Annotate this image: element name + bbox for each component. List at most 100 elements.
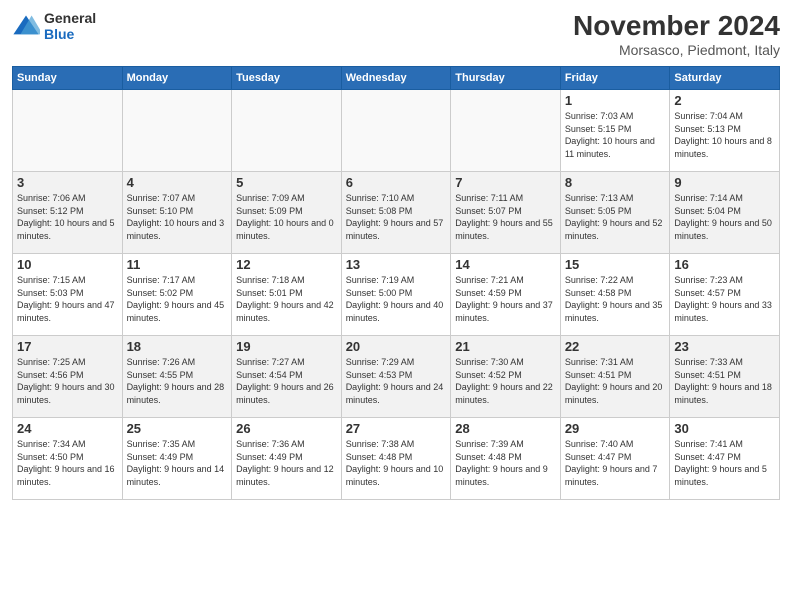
calendar-cell: 23 Sunrise: 7:33 AM Sunset: 4:51 PM Dayli… xyxy=(670,336,780,418)
calendar-cell: 20 Sunrise: 7:29 AM Sunset: 4:53 PM Dayli… xyxy=(341,336,451,418)
calendar-cell: 1 Sunrise: 7:03 AM Sunset: 5:15 PM Daylig… xyxy=(560,90,670,172)
week-row-4: 24 Sunrise: 7:34 AM Sunset: 4:50 PM Dayli… xyxy=(13,418,780,500)
header-saturday: Saturday xyxy=(670,67,780,90)
day-number: 2 xyxy=(674,93,775,108)
calendar-cell: 5 Sunrise: 7:09 AM Sunset: 5:09 PM Daylig… xyxy=(232,172,342,254)
calendar-cell: 29 Sunrise: 7:40 AM Sunset: 4:47 PM Dayli… xyxy=(560,418,670,500)
day-number: 3 xyxy=(17,175,118,190)
day-info: Sunrise: 7:15 AM Sunset: 5:03 PM Dayligh… xyxy=(17,274,118,324)
day-info: Sunrise: 7:40 AM Sunset: 4:47 PM Dayligh… xyxy=(565,438,666,488)
calendar-cell xyxy=(13,90,123,172)
calendar-cell: 12 Sunrise: 7:18 AM Sunset: 5:01 PM Dayli… xyxy=(232,254,342,336)
day-number: 6 xyxy=(346,175,447,190)
day-info: Sunrise: 7:18 AM Sunset: 5:01 PM Dayligh… xyxy=(236,274,337,324)
calendar-cell: 6 Sunrise: 7:10 AM Sunset: 5:08 PM Daylig… xyxy=(341,172,451,254)
weekday-header-row: Sunday Monday Tuesday Wednesday Thursday… xyxy=(13,67,780,90)
day-number: 11 xyxy=(127,257,228,272)
calendar-cell xyxy=(232,90,342,172)
day-number: 12 xyxy=(236,257,337,272)
day-info: Sunrise: 7:19 AM Sunset: 5:00 PM Dayligh… xyxy=(346,274,447,324)
day-info: Sunrise: 7:38 AM Sunset: 4:48 PM Dayligh… xyxy=(346,438,447,488)
day-number: 10 xyxy=(17,257,118,272)
day-info: Sunrise: 7:30 AM Sunset: 4:52 PM Dayligh… xyxy=(455,356,556,406)
calendar-cell: 28 Sunrise: 7:39 AM Sunset: 4:48 PM Dayli… xyxy=(451,418,561,500)
day-number: 27 xyxy=(346,421,447,436)
day-number: 16 xyxy=(674,257,775,272)
day-info: Sunrise: 7:27 AM Sunset: 4:54 PM Dayligh… xyxy=(236,356,337,406)
calendar-cell: 14 Sunrise: 7:21 AM Sunset: 4:59 PM Dayli… xyxy=(451,254,561,336)
calendar-cell: 10 Sunrise: 7:15 AM Sunset: 5:03 PM Dayli… xyxy=(13,254,123,336)
calendar-cell: 26Sunrise: 7:36 AM Sunset: 4:49 PM Dayli… xyxy=(232,418,342,500)
calendar-cell: 4Sunrise: 7:07 AM Sunset: 5:10 PM Daylig… xyxy=(122,172,232,254)
day-number: 5 xyxy=(236,175,337,190)
day-info: Sunrise: 7:17 AM Sunset: 5:02 PM Dayligh… xyxy=(127,274,228,324)
day-number: 29 xyxy=(565,421,666,436)
day-info: Sunrise: 7:13 AM Sunset: 5:05 PM Dayligh… xyxy=(565,192,666,242)
day-info: Sunrise: 7:09 AM Sunset: 5:09 PM Dayligh… xyxy=(236,192,337,242)
day-number: 24 xyxy=(17,421,118,436)
logo: General Blue xyxy=(12,10,96,42)
header-wednesday: Wednesday xyxy=(341,67,451,90)
day-number: 20 xyxy=(346,339,447,354)
day-number: 21 xyxy=(455,339,556,354)
day-info: Sunrise: 7:22 AM Sunset: 4:58 PM Dayligh… xyxy=(565,274,666,324)
day-number: 9 xyxy=(674,175,775,190)
day-number: 28 xyxy=(455,421,556,436)
header-friday: Friday xyxy=(560,67,670,90)
calendar-cell: 3Sunrise: 7:06 AM Sunset: 5:12 PM Daylig… xyxy=(13,172,123,254)
day-number: 17 xyxy=(17,339,118,354)
day-number: 18 xyxy=(127,339,228,354)
day-number: 14 xyxy=(455,257,556,272)
day-number: 30 xyxy=(674,421,775,436)
day-number: 15 xyxy=(565,257,666,272)
day-info: Sunrise: 7:14 AM Sunset: 5:04 PM Dayligh… xyxy=(674,192,775,242)
day-info: Sunrise: 7:10 AM Sunset: 5:08 PM Dayligh… xyxy=(346,192,447,242)
header-tuesday: Tuesday xyxy=(232,67,342,90)
day-info: Sunrise: 7:21 AM Sunset: 4:59 PM Dayligh… xyxy=(455,274,556,324)
calendar-table: Sunday Monday Tuesday Wednesday Thursday… xyxy=(12,66,780,500)
calendar-cell: 8Sunrise: 7:13 AM Sunset: 5:05 PM Daylig… xyxy=(560,172,670,254)
calendar-cell: 17 Sunrise: 7:25 AM Sunset: 4:56 PM Dayli… xyxy=(13,336,123,418)
calendar-cell: 15 Sunrise: 7:22 AM Sunset: 4:58 PM Dayli… xyxy=(560,254,670,336)
title-block: November 2024 Morsasco, Piedmont, Italy xyxy=(573,10,780,58)
calendar-cell: 30 Sunrise: 7:41 AM Sunset: 4:47 PM Dayli… xyxy=(670,418,780,500)
calendar-cell: 22Sunrise: 7:31 AM Sunset: 4:51 PM Dayli… xyxy=(560,336,670,418)
day-number: 22 xyxy=(565,339,666,354)
calendar-cell: 7Sunrise: 7:11 AM Sunset: 5:07 PM Daylig… xyxy=(451,172,561,254)
day-info: Sunrise: 7:03 AM Sunset: 5:15 PM Dayligh… xyxy=(565,110,666,160)
day-info: Sunrise: 7:39 AM Sunset: 4:48 PM Dayligh… xyxy=(455,438,556,488)
day-info: Sunrise: 7:29 AM Sunset: 4:53 PM Dayligh… xyxy=(346,356,447,406)
header-thursday: Thursday xyxy=(451,67,561,90)
day-number: 1 xyxy=(565,93,666,108)
week-row-0: 1 Sunrise: 7:03 AM Sunset: 5:15 PM Daylig… xyxy=(13,90,780,172)
calendar-cell: 13Sunrise: 7:19 AM Sunset: 5:00 PM Dayli… xyxy=(341,254,451,336)
day-info: Sunrise: 7:23 AM Sunset: 4:57 PM Dayligh… xyxy=(674,274,775,324)
day-number: 19 xyxy=(236,339,337,354)
calendar-cell: 19 Sunrise: 7:27 AM Sunset: 4:54 PM Dayli… xyxy=(232,336,342,418)
logo-text: General Blue xyxy=(44,10,96,42)
day-info: Sunrise: 7:33 AM Sunset: 4:51 PM Dayligh… xyxy=(674,356,775,406)
header: General Blue November 2024 Morsasco, Pie… xyxy=(12,10,780,58)
calendar-cell: 27 Sunrise: 7:38 AM Sunset: 4:48 PM Dayli… xyxy=(341,418,451,500)
day-info: Sunrise: 7:35 AM Sunset: 4:49 PM Dayligh… xyxy=(127,438,228,488)
calendar-cell: 25 Sunrise: 7:35 AM Sunset: 4:49 PM Dayli… xyxy=(122,418,232,500)
calendar-cell xyxy=(341,90,451,172)
day-number: 25 xyxy=(127,421,228,436)
day-number: 26 xyxy=(236,421,337,436)
day-number: 23 xyxy=(674,339,775,354)
day-info: Sunrise: 7:04 AM Sunset: 5:13 PM Dayligh… xyxy=(674,110,775,160)
calendar-cell: 21 Sunrise: 7:30 AM Sunset: 4:52 PM Dayli… xyxy=(451,336,561,418)
day-number: 7 xyxy=(455,175,556,190)
calendar-cell: 16 Sunrise: 7:23 AM Sunset: 4:57 PM Dayli… xyxy=(670,254,780,336)
calendar-cell: 24 Sunrise: 7:34 AM Sunset: 4:50 PM Dayli… xyxy=(13,418,123,500)
calendar-cell xyxy=(451,90,561,172)
calendar-cell xyxy=(122,90,232,172)
calendar-cell: 9 Sunrise: 7:14 AM Sunset: 5:04 PM Daylig… xyxy=(670,172,780,254)
day-info: Sunrise: 7:34 AM Sunset: 4:50 PM Dayligh… xyxy=(17,438,118,488)
day-info: Sunrise: 7:25 AM Sunset: 4:56 PM Dayligh… xyxy=(17,356,118,406)
week-row-2: 10 Sunrise: 7:15 AM Sunset: 5:03 PM Dayli… xyxy=(13,254,780,336)
header-monday: Monday xyxy=(122,67,232,90)
week-row-1: 3Sunrise: 7:06 AM Sunset: 5:12 PM Daylig… xyxy=(13,172,780,254)
day-info: Sunrise: 7:26 AM Sunset: 4:55 PM Dayligh… xyxy=(127,356,228,406)
day-info: Sunrise: 7:41 AM Sunset: 4:47 PM Dayligh… xyxy=(674,438,775,488)
